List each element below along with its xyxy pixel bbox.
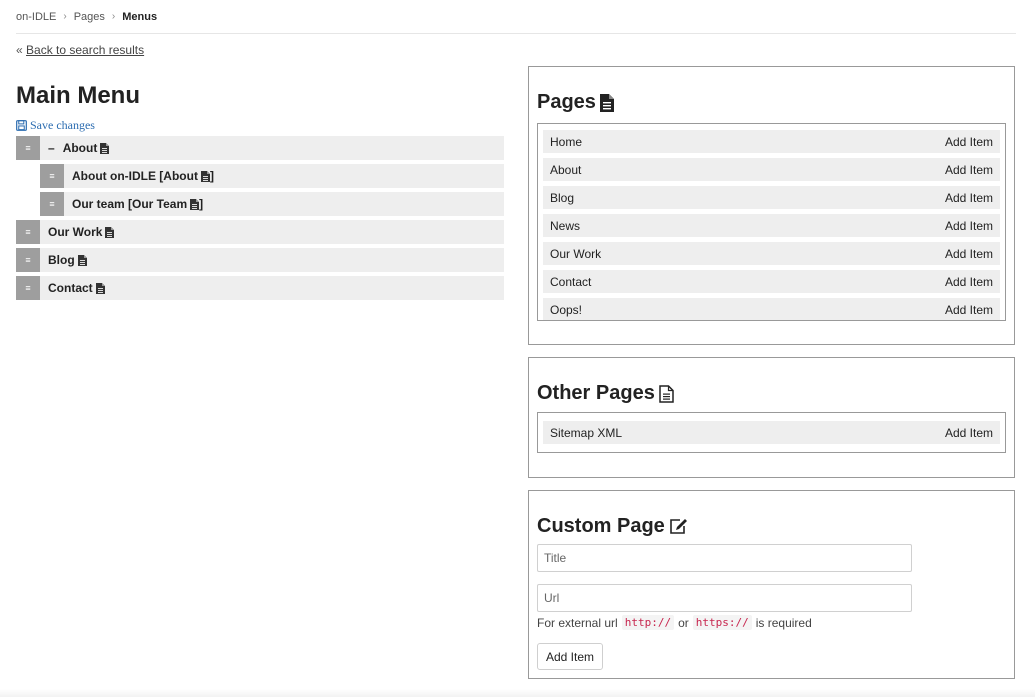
custom-page-panel-title: Custom Page	[537, 515, 665, 537]
add-item-button[interactable]: Add Item	[945, 426, 993, 440]
menu-item-label: Our Work	[48, 225, 103, 239]
drag-handle-icon[interactable]: ≡	[16, 136, 40, 160]
file-text-icon	[599, 93, 614, 112]
collapse-toggle[interactable]: –	[48, 141, 55, 155]
back-to-search-link[interactable]: Back to search results	[26, 43, 144, 57]
other-pages-list[interactable]: Sitemap XML Add Item	[537, 412, 1006, 453]
document-icon	[77, 254, 87, 266]
document-icon	[100, 142, 110, 154]
menu-item-label: About on-IDLE [About	[72, 169, 198, 183]
custom-page-panel: Custom Page For external url http:// or …	[528, 490, 1015, 679]
help-suffix: is required	[755, 615, 812, 630]
list-item: Blog Add Item	[543, 186, 1000, 209]
add-custom-item-button[interactable]: Add Item	[537, 643, 604, 670]
list-item: About Add Item	[543, 158, 1000, 181]
document-icon	[95, 282, 105, 294]
add-item-button[interactable]: Add Item	[945, 219, 993, 233]
url-help-text: For external url http:// or https:// is …	[537, 615, 812, 630]
drag-handle-icon[interactable]: ≡	[16, 220, 40, 244]
drag-handle-icon[interactable]: ≡	[40, 164, 64, 188]
add-item-button[interactable]: Add Item	[945, 191, 993, 205]
page-name: News	[550, 218, 581, 233]
help-or: or	[678, 615, 689, 630]
pages-list[interactable]: Home Add Item About Add Item Blog Add Item …	[537, 123, 1006, 321]
menu-item-about[interactable]: ≡ – About	[16, 136, 504, 160]
save-changes-label: Save changes	[30, 118, 95, 132]
add-item-button[interactable]: Add Item	[945, 275, 993, 289]
add-item-button[interactable]: Add Item	[945, 135, 993, 149]
page-name: Contact	[550, 274, 592, 289]
list-item: Contact Add Item	[543, 270, 1000, 293]
document-icon	[190, 198, 200, 210]
breadcrumb-separator: ›	[63, 11, 67, 22]
menu-item-our-team[interactable]: ≡ Our team [Our Team ]	[40, 192, 504, 216]
page-name: Oops!	[550, 302, 583, 317]
menu-item-blog[interactable]: ≡ Blog	[16, 248, 504, 272]
page-name: Sitemap XML	[550, 425, 623, 440]
pages-panel-title: Pages	[537, 91, 596, 113]
drag-handle-icon[interactable]: ≡	[16, 248, 40, 272]
breadcrumb-item-pages[interactable]: Pages	[74, 11, 105, 23]
add-item-button[interactable]: Add Item	[945, 163, 993, 177]
drag-handle-icon[interactable]: ≡	[40, 192, 64, 216]
document-icon	[200, 170, 210, 182]
page-title: Main Menu	[16, 82, 140, 109]
add-item-button[interactable]: Add Item	[945, 303, 993, 317]
menu-item-our-work[interactable]: ≡ Our Work	[16, 220, 504, 244]
page-name: Our Work	[550, 246, 602, 261]
page-name: Home	[550, 134, 583, 149]
pages-panel-header: Pages	[537, 91, 614, 114]
document-icon	[105, 226, 115, 238]
pages-panel: Pages Home Add Item About Add Item Blog Add…	[528, 66, 1015, 345]
drag-handle-icon[interactable]: ≡	[16, 276, 40, 300]
http-code: http://	[621, 615, 675, 630]
back-arrow-icon: «	[16, 43, 23, 57]
breadcrumb-item-current: Menus	[122, 10, 158, 23]
menu-item-label: Contact	[48, 281, 93, 295]
file-text-outline-icon	[659, 384, 674, 403]
list-item: Home Add Item	[543, 130, 1000, 153]
floppy-disk-icon	[16, 120, 27, 131]
url-input[interactable]	[537, 584, 912, 612]
list-item: News Add Item	[543, 214, 1000, 237]
list-item: Sitemap XML Add Item	[543, 421, 1000, 444]
other-pages-panel-header: Other Pages	[537, 382, 674, 405]
bracket-close: ]	[199, 197, 204, 211]
page-name: About	[550, 162, 582, 177]
add-item-button[interactable]: Add Item	[945, 247, 993, 261]
breadcrumb: on-IDLE › Pages › Menus	[16, 0, 1016, 34]
bottom-edge	[0, 689, 1035, 697]
custom-page-panel-header: Custom Page	[537, 515, 688, 538]
https-code: https://	[692, 615, 752, 630]
menu-item-label: About	[62, 141, 98, 155]
help-prefix: For external url	[537, 615, 618, 630]
other-pages-panel-title: Other Pages	[537, 382, 655, 404]
menu-item-about-on-idle[interactable]: ≡ About on-IDLE [About ]	[40, 164, 504, 188]
menu-item-contact[interactable]: ≡ Contact	[16, 276, 504, 300]
back-link-row: « Back to search results	[16, 43, 144, 57]
list-item: Our Work Add Item	[543, 242, 1000, 265]
page-name: Blog	[550, 190, 575, 205]
breadcrumb-separator: ›	[111, 11, 116, 22]
breadcrumb-item-home[interactable]: on-IDLE	[16, 11, 56, 23]
list-item: Oops! Add Item	[543, 298, 1000, 320]
bracket-close: ]	[209, 169, 214, 183]
edit-icon	[670, 519, 687, 534]
other-pages-panel: Other Pages Sitemap XML Add Item	[528, 357, 1015, 478]
menu-item-label: Our team [Our Team	[72, 197, 188, 211]
save-changes-button[interactable]: Save changes	[16, 118, 95, 133]
title-input[interactable]	[537, 544, 912, 572]
menu-item-label: Blog	[48, 253, 75, 267]
